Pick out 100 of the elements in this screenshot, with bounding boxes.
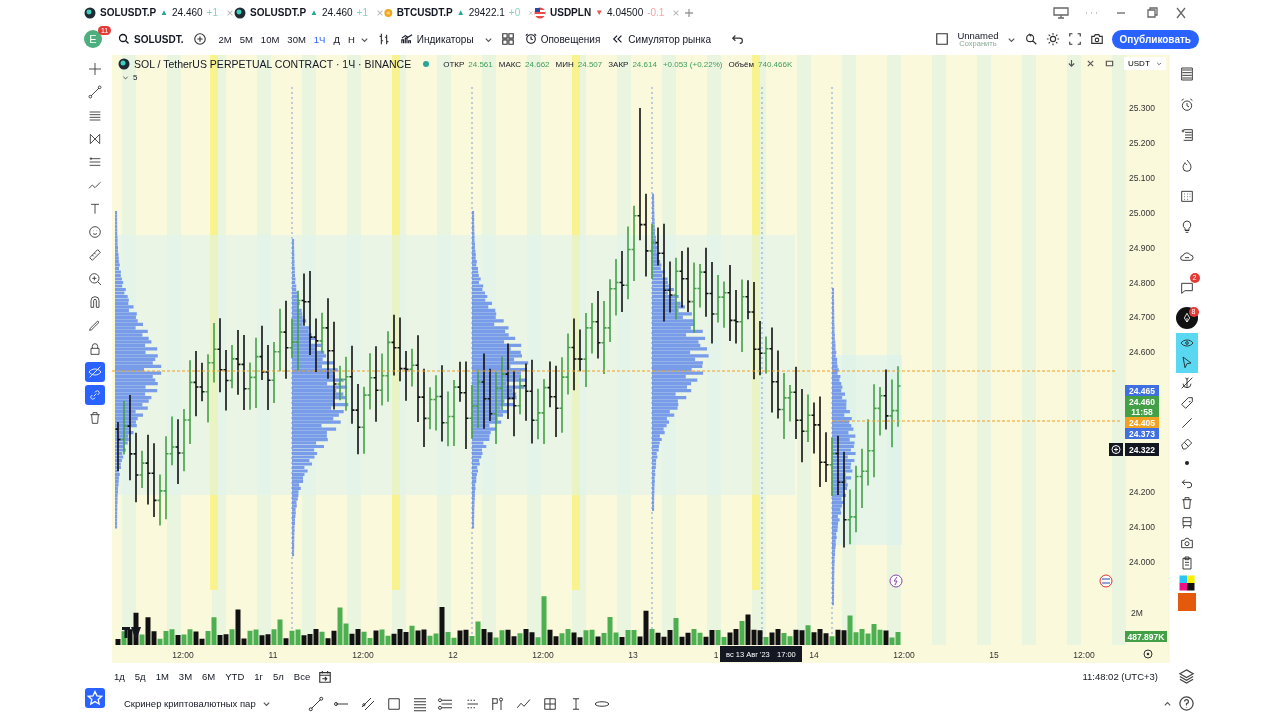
tab-change: +1 bbox=[356, 7, 368, 18]
layout-icon[interactable] bbox=[935, 32, 950, 46]
flag-icon bbox=[534, 6, 546, 19]
fullscreen-icon[interactable] bbox=[1067, 32, 1082, 46]
price-label: 24.373 bbox=[1125, 428, 1159, 439]
trend-line-icon bbox=[87, 84, 103, 101]
ohlc-label: МАКС bbox=[498, 59, 522, 69]
trend-line-icon[interactable] bbox=[306, 694, 325, 713]
calendar-icon[interactable] bbox=[318, 669, 333, 684]
price-change: +0.053 (+0.22%) bbox=[662, 59, 723, 69]
volume-axis-label: 2M bbox=[1131, 608, 1143, 618]
direction-arrow: ▲ bbox=[310, 8, 318, 17]
time-label: 12 bbox=[448, 650, 458, 660]
caret-up-icon[interactable] bbox=[1163, 699, 1172, 708]
layout-name[interactable]: Unnamed bbox=[957, 30, 999, 40]
settings-icon[interactable] bbox=[1045, 32, 1060, 46]
pip-icon[interactable] bbox=[1053, 6, 1069, 19]
caret-icon[interactable] bbox=[261, 699, 271, 708]
undo-icon[interactable] bbox=[730, 32, 745, 46]
maximize-icon[interactable] bbox=[1105, 59, 1114, 68]
tab-symbol: BTCUSDT.P bbox=[396, 7, 453, 18]
tab-change: +0 bbox=[508, 7, 521, 18]
ohlc-label: МИН bbox=[555, 59, 574, 69]
event-icon[interactable] bbox=[889, 574, 903, 588]
symbol-title[interactable]: SOL / TetherUS PERPETUAL CONTRACT · 1Ч · BINANCE bbox=[134, 58, 412, 70]
replay-button[interactable]: Симулятор рынка bbox=[610, 33, 713, 45]
ohlc-label: ЗАКР bbox=[608, 59, 629, 69]
browser-tab[interactable]: BTCUSDT.P ▲ 29422.1 +0 bbox=[384, 6, 534, 19]
price-tick: 25.000 bbox=[1129, 207, 1155, 218]
interval-button[interactable]: Н bbox=[344, 33, 358, 45]
time-label: 12:00 bbox=[893, 650, 915, 660]
add-symbol-icon[interactable] bbox=[193, 32, 208, 46]
range-button[interactable]: 5л bbox=[271, 671, 286, 682]
alerts-button[interactable]: Оповещения bbox=[522, 33, 603, 45]
sidebar-tool-button[interactable] bbox=[1175, 353, 1198, 373]
logo-icon bbox=[122, 627, 141, 638]
screener-tab[interactable]: Скринер криптовалютных пар bbox=[124, 698, 256, 709]
new-tab-icon[interactable] bbox=[684, 7, 694, 18]
interval-button[interactable]: 2M bbox=[215, 33, 235, 45]
time-label: 11 bbox=[268, 650, 278, 660]
time-label: 1 bbox=[713, 650, 719, 660]
range-button[interactable]: 1М bbox=[153, 671, 171, 682]
price-tick: 25.300 bbox=[1129, 103, 1155, 113]
drawing-tool-button[interactable] bbox=[85, 361, 105, 382]
chart-icon bbox=[400, 33, 413, 45]
clock[interactable]: 11:48:02 (UTC+3) bbox=[1082, 671, 1158, 682]
color-swatch[interactable] bbox=[1177, 593, 1196, 611]
interval-button[interactable]: Д bbox=[330, 33, 343, 45]
calendar-icon bbox=[1178, 188, 1195, 205]
layers-icon[interactable] bbox=[1178, 668, 1195, 685]
currency-dropdown[interactable]: USDT bbox=[1124, 57, 1166, 70]
crosshair-add-icon[interactable] bbox=[1109, 443, 1123, 456]
browser-tab[interactable]: USDPLN ▼ 4.04500 -0.1 bbox=[534, 6, 684, 19]
price-tick: 24.100 bbox=[1129, 521, 1155, 532]
publish-button[interactable]: Опубликовать bbox=[1111, 29, 1199, 49]
range-button[interactable]: 5д bbox=[132, 671, 148, 682]
help-icon[interactable] bbox=[1178, 695, 1195, 712]
templates-icon[interactable] bbox=[500, 32, 515, 46]
ruler-icon bbox=[87, 247, 103, 264]
status-dot bbox=[423, 61, 430, 67]
sidebar-tool-button[interactable] bbox=[1175, 333, 1198, 353]
price-label: 24.465 bbox=[1125, 385, 1159, 396]
range-button[interactable]: 3М bbox=[176, 671, 195, 682]
browser-tab[interactable]: SOLUSDT.P ▲ 24.460 +1 bbox=[84, 6, 234, 19]
range-button[interactable]: YTD bbox=[223, 671, 247, 682]
collapse-icon[interactable] bbox=[1086, 59, 1095, 68]
palette-icon bbox=[1177, 574, 1196, 592]
volume-label: Объём bbox=[728, 59, 754, 69]
range-button[interactable]: 1д bbox=[112, 671, 127, 682]
down-arrow-icon[interactable] bbox=[1067, 59, 1076, 68]
interval-button[interactable]: 10M bbox=[257, 33, 283, 45]
tab-price: 24.460 bbox=[322, 7, 353, 18]
favorites-button[interactable] bbox=[85, 688, 105, 708]
coin-icon bbox=[84, 6, 96, 19]
direction-arrow: ▲ bbox=[456, 8, 465, 17]
indicators-button[interactable]: Индикаторы bbox=[398, 33, 476, 45]
range-button[interactable]: Все bbox=[291, 671, 313, 682]
crosshair-icon bbox=[87, 61, 103, 77]
interval-button[interactable]: 1Ч bbox=[310, 33, 329, 45]
time-label: 12:00 bbox=[1073, 650, 1095, 660]
quick-search-icon[interactable] bbox=[1023, 32, 1038, 46]
ohlc-label: ОТКР bbox=[443, 59, 465, 69]
settings-icon[interactable] bbox=[1143, 649, 1153, 659]
price-tick: 24.600 bbox=[1129, 347, 1155, 358]
drawing-tool-button[interactable] bbox=[85, 385, 105, 406]
browser-tab[interactable]: SOLUSDT.P ▲ 24.460 +1 bbox=[234, 6, 384, 19]
range-button[interactable]: 1г bbox=[252, 671, 265, 682]
symbol-search-button[interactable]: SOLUSDT. bbox=[116, 33, 186, 45]
camera-icon[interactable] bbox=[1089, 32, 1104, 46]
range-button[interactable]: 6М bbox=[200, 671, 218, 682]
direction-arrow: ▼ bbox=[595, 8, 604, 17]
flag-icon[interactable] bbox=[1099, 574, 1113, 588]
price-tick: 24.200 bbox=[1129, 486, 1155, 497]
volume-value: 740.466K bbox=[758, 59, 793, 69]
interval-button[interactable]: 5M bbox=[236, 33, 256, 45]
tab-symbol: SOLUSDT.P bbox=[249, 7, 307, 18]
caret-icon[interactable] bbox=[122, 74, 129, 81]
interval-button[interactable]: 30M bbox=[284, 33, 309, 45]
watchlist-icon bbox=[1178, 66, 1195, 83]
ohlc-value: 24.662 bbox=[525, 59, 550, 69]
